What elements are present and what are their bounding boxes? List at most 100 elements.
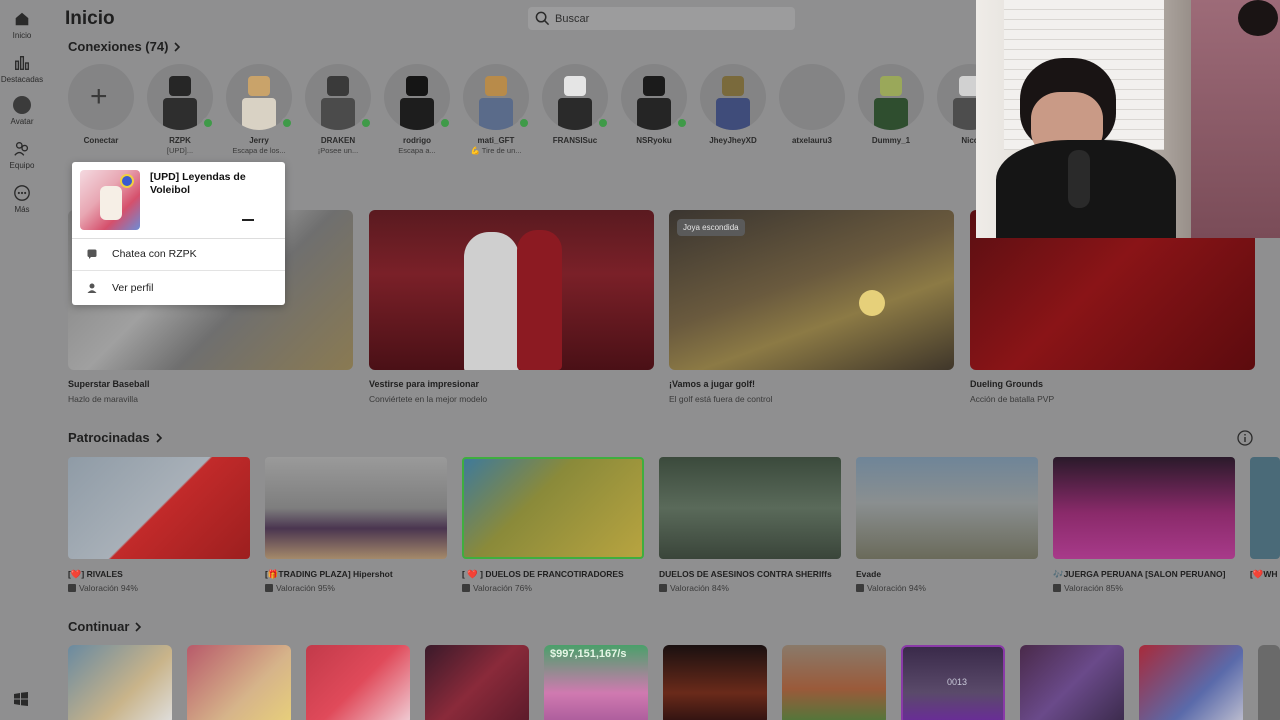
sidebar-item-featured[interactable]: Destacadas — [0, 54, 44, 84]
game-tile[interactable] — [306, 645, 410, 720]
game-rating: Valoración 94% — [68, 583, 138, 593]
sidebar-item-avatar[interactable]: Avatar — [0, 96, 44, 126]
game-title[interactable]: [❤️WH — [1250, 569, 1280, 580]
game-tile[interactable] — [425, 645, 529, 720]
game-card[interactable] — [659, 457, 841, 559]
thumbs-up-icon — [856, 584, 864, 592]
game-card[interactable] — [856, 457, 1038, 559]
game-rating: Valoración 95% — [265, 583, 335, 593]
avatar — [858, 64, 924, 130]
divider — [72, 238, 285, 239]
game-subtitle: Hazlo de maravilla — [68, 394, 138, 404]
connections-header[interactable]: Conexiones (74) — [68, 39, 181, 54]
sponsored-header[interactable]: Patrocinadas — [68, 430, 163, 445]
chevron-right-icon — [174, 41, 181, 52]
game-subtitle: Conviértete en la mejor modelo — [369, 394, 488, 404]
connection-item[interactable]: Nico — [935, 64, 976, 145]
connection-item[interactable]: Dummy_1 — [856, 64, 926, 145]
add-connection-icon: + — [68, 64, 134, 130]
game-tile[interactable] — [187, 645, 291, 720]
online-indicator — [518, 117, 530, 129]
game-rating: Valoración 76% — [462, 583, 532, 593]
tile-label: 0013 — [947, 677, 968, 687]
avatar — [700, 64, 766, 130]
game-card[interactable] — [369, 210, 654, 370]
team-icon — [14, 142, 29, 156]
chevron-right-icon — [156, 432, 162, 443]
online-indicator — [439, 117, 451, 129]
sidebar-item-label: Inicio — [12, 31, 32, 40]
game-tile[interactable]: 0013 — [901, 645, 1005, 720]
game-tile[interactable] — [782, 645, 886, 720]
game-thumbnail[interactable] — [80, 170, 140, 230]
connect-button[interactable]: + Conectar — [66, 64, 136, 145]
connection-item[interactable]: FRANSISuc — [540, 64, 610, 145]
game-tile[interactable] — [1020, 645, 1124, 720]
game-title[interactable]: [ ❤️ ] DUELOS DE FRANCOTIRADORES — [462, 569, 624, 580]
game-title[interactable]: Dueling Grounds — [970, 379, 1043, 389]
search-input[interactable] — [555, 9, 785, 28]
connection-item[interactable]: atxelauru3 — [777, 64, 847, 145]
game-card[interactable] — [265, 457, 447, 559]
sidebar-item-more[interactable]: Más — [0, 184, 44, 214]
connection-item[interactable]: NSRyoku — [619, 64, 689, 145]
online-indicator — [676, 117, 688, 129]
game-tile[interactable] — [68, 645, 172, 720]
connection-item[interactable]: DRAKEN ¡Posee un... — [303, 64, 373, 155]
continue-header[interactable]: Continuar — [68, 619, 142, 634]
sidebar-item-team[interactable]: Equipo — [0, 140, 44, 170]
sidebar-item-label: Equipo — [9, 161, 35, 170]
minimize-icon[interactable] — [242, 219, 254, 221]
thumbs-up-icon — [68, 584, 76, 592]
online-indicator — [202, 117, 214, 129]
chat-icon — [87, 249, 97, 259]
game-title[interactable]: Evade — [856, 569, 881, 579]
game-card[interactable]: Joya escondida — [669, 210, 954, 370]
game-tile[interactable]: $997,151,167/s — [544, 645, 648, 720]
game-subtitle: El golf está fuera de control — [669, 394, 773, 404]
info-icon[interactable] — [1237, 430, 1253, 446]
game-card[interactable] — [1250, 457, 1280, 559]
game-title[interactable]: [🎁TRADING PLAZA] Hipershot — [265, 569, 393, 580]
avatar — [937, 64, 976, 130]
chat-with-button[interactable]: Chatea con RZPK — [72, 240, 285, 268]
game-tile[interactable] — [1139, 645, 1243, 720]
game-rating: Valoración 94% — [856, 583, 926, 593]
game-title[interactable]: Superstar Baseball — [68, 379, 150, 389]
game-card[interactable] — [462, 457, 644, 559]
game-title[interactable]: [❤️] RIVALES — [68, 569, 123, 580]
connection-item[interactable]: mati_GFT 💪 Tire de un... — [461, 64, 531, 155]
view-profile-button[interactable]: Ver perfil — [72, 274, 285, 302]
more-icon — [14, 185, 30, 201]
game-title[interactable]: DUELOS DE ASESINOS CONTRA SHERIffs — [659, 569, 832, 579]
game-tile[interactable] — [663, 645, 767, 720]
sidebar-item-home[interactable]: Inicio — [0, 10, 44, 40]
game-title[interactable]: 🎶JUERGA PERUANA [SALON PERUANO] — [1053, 569, 1225, 580]
game-title[interactable]: ¡Vamos a jugar golf! — [669, 379, 755, 389]
windows-icon[interactable] — [14, 692, 28, 706]
game-subtitle: Acción de batalla PVP — [970, 394, 1055, 404]
chevron-right-icon — [135, 621, 142, 632]
chart-icon — [15, 56, 29, 70]
game-rating: Valoración 84% — [659, 583, 729, 593]
game-card[interactable] — [68, 457, 250, 559]
online-indicator — [360, 117, 372, 129]
sponsored-title: Patrocinadas — [68, 430, 150, 445]
game-tile[interactable] — [1258, 645, 1280, 720]
chat-label: Chatea con RZPK — [112, 248, 197, 260]
game-card[interactable] — [1053, 457, 1235, 559]
connection-item[interactable]: rodrigo Escapa a... — [382, 64, 452, 155]
connections-title: Conexiones (74) — [68, 39, 169, 54]
game-title[interactable]: Vestirse para impresionar — [369, 379, 479, 389]
popup-game-title[interactable]: [UPD] Leyendas de Voleibol — [150, 171, 275, 197]
search-bar[interactable] — [528, 7, 795, 30]
connection-item[interactable]: JheyJheyXD — [698, 64, 768, 145]
sidebar: Inicio Destacadas Avatar Equipo Más — [0, 0, 44, 720]
game-rating: Valoración 85% — [1053, 583, 1123, 593]
connection-item[interactable]: Jerry Escapa de los... — [224, 64, 294, 155]
online-indicator — [597, 117, 609, 129]
tile-label: $997,151,167/s — [550, 648, 627, 660]
connection-item[interactable]: RZPK [UPD]... — [145, 64, 215, 155]
person-icon — [87, 283, 97, 293]
avatar — [779, 64, 845, 130]
